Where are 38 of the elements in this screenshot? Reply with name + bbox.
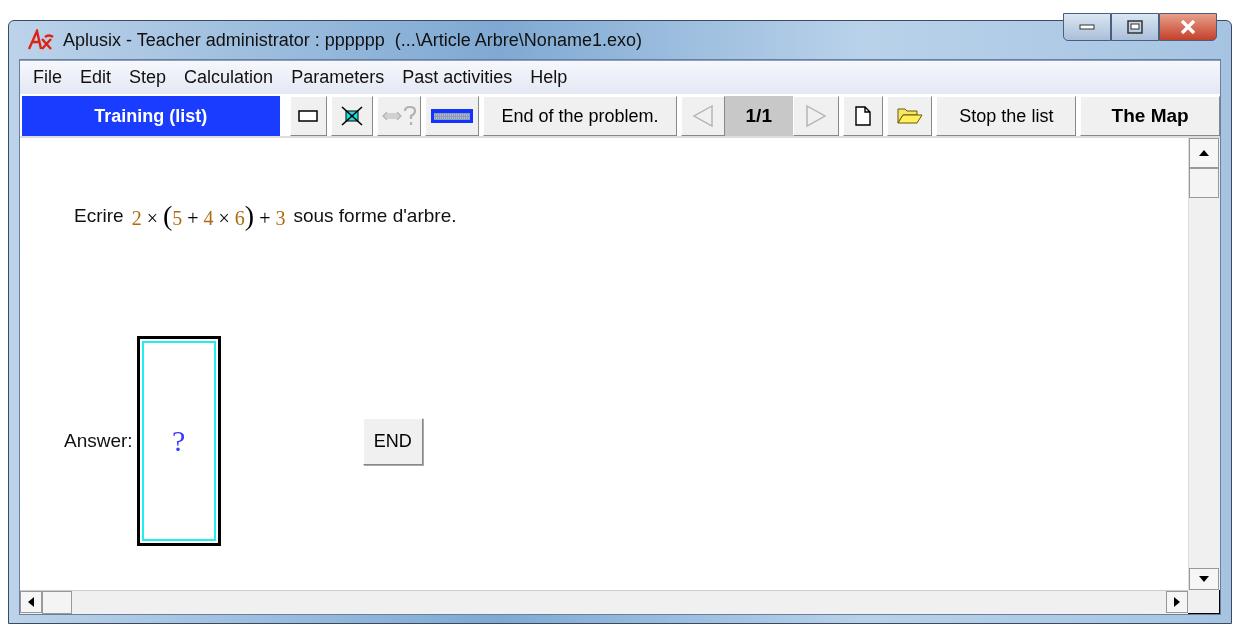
right-arrow-icon [1174, 597, 1180, 607]
mode-banner: Training (list) [22, 96, 280, 136]
minimize-icon [1079, 24, 1095, 30]
menu-item[interactable]: Step [120, 67, 176, 88]
scroll-thumb[interactable] [1189, 168, 1219, 198]
left-arrow-icon [28, 597, 34, 607]
prompt-text: sous forme d'arbre. [293, 205, 457, 227]
toolbar-button[interactable]: The Map [1080, 96, 1221, 136]
menu-item[interactable]: Calculation [175, 67, 283, 88]
scrollbar-corner [1188, 590, 1220, 614]
menu-item[interactable]: Past activities [393, 67, 522, 88]
menu-item[interactable]: Help [521, 67, 577, 88]
close-icon [1180, 20, 1196, 34]
toolbar-button[interactable] [289, 96, 328, 136]
end-button[interactable]: END [362, 417, 423, 465]
minimize-button[interactable] [1063, 13, 1111, 41]
down-arrow-icon [1199, 576, 1209, 582]
scroll-thumb[interactable] [42, 591, 72, 614]
close-button[interactable] [1159, 13, 1217, 41]
toolbar-button[interactable] [842, 96, 883, 136]
toolbar-button[interactable] [331, 96, 374, 136]
toolbar-button[interactable] [425, 96, 480, 136]
up-arrow-icon [1199, 150, 1209, 156]
problem-counter: 1/1 [724, 96, 793, 136]
menu-item[interactable]: Edit [71, 67, 121, 88]
toolbar-button[interactable]: End of the problem. [483, 96, 677, 136]
vertical-scrollbar[interactable] [1188, 138, 1220, 590]
maximize-button[interactable] [1111, 13, 1159, 41]
maximize-icon [1127, 20, 1143, 34]
math-formula: 2 × (5 + 4 × 6) + 3 [131, 200, 286, 232]
window-title: Aplusix - Teacher administrator : pppppp (...\Article Arbre\Noname1.exo) [63, 29, 642, 51]
horizontal-scrollbar[interactable] [20, 590, 1188, 614]
toolbar-button[interactable]: Stop the list [936, 96, 1077, 136]
menu-item[interactable]: Parameters [282, 67, 394, 88]
menu-item[interactable]: File [24, 67, 71, 88]
answer-label: Answer: [64, 430, 133, 452]
answer-box[interactable]: ? [136, 336, 221, 546]
prompt-text: Ecrire [74, 205, 124, 227]
